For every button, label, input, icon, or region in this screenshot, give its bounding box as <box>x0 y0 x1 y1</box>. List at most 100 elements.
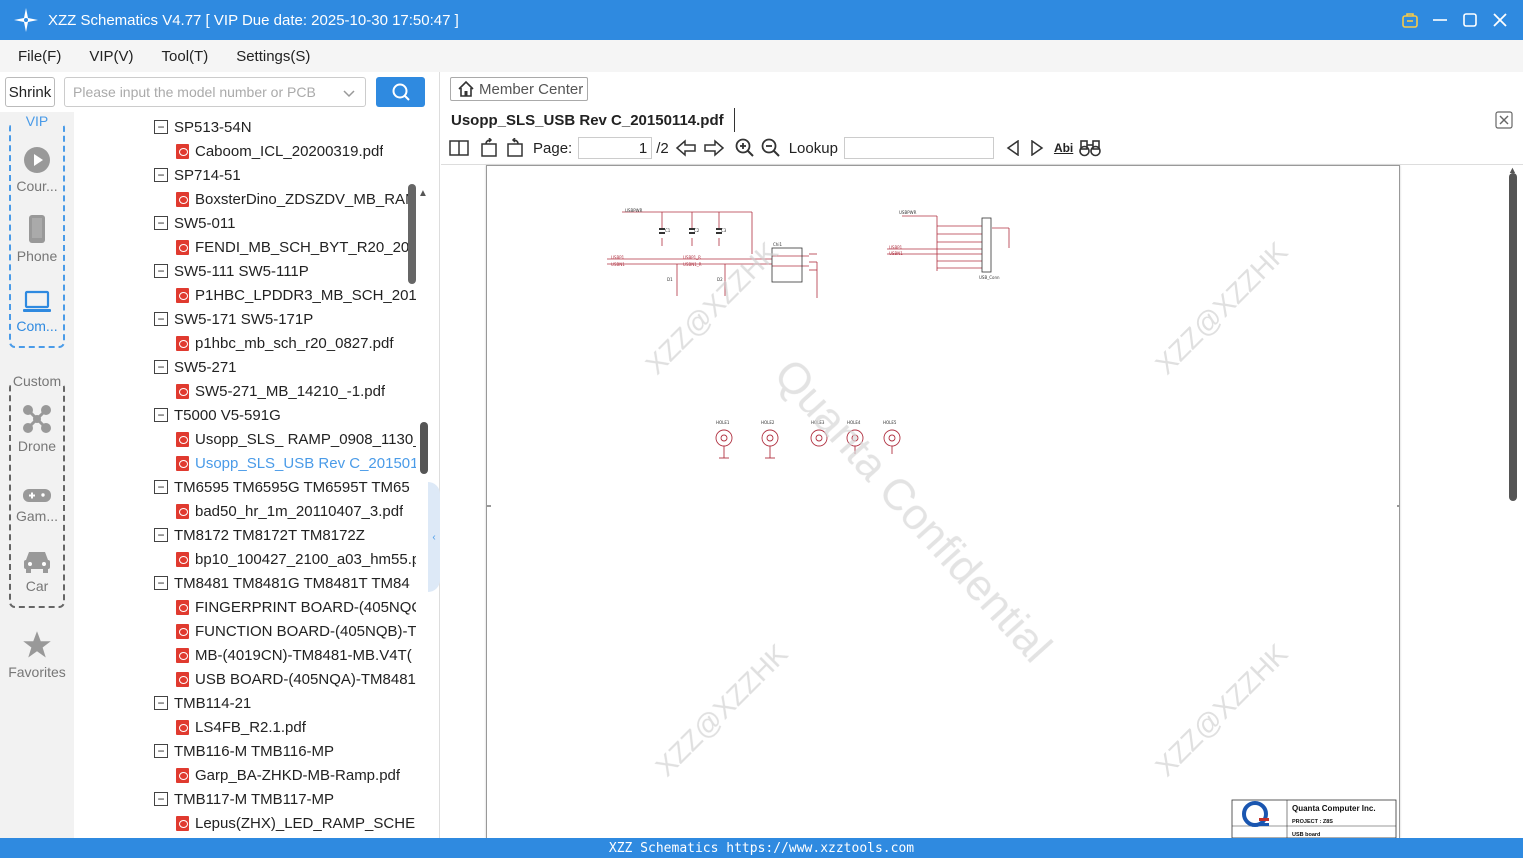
collapse-toggle-icon[interactable]: − <box>154 576 168 590</box>
tab-document[interactable]: Usopp_SLS_USB Rev C_20150114.pdf <box>451 108 735 132</box>
collapse-toggle-icon[interactable]: − <box>154 120 168 134</box>
collapse-toggle-icon[interactable]: − <box>154 696 168 710</box>
tree-item-label: FUNCTION BOARD-(405NQB)-T <box>195 622 416 640</box>
tree-file[interactable]: BoxsterDino_ZDSZDV_MB_RAM <box>176 187 416 211</box>
tree-file[interactable]: Caboom_ICL_20200319.pdf <box>176 139 383 163</box>
sidebar-item-phone[interactable]: Phone <box>0 214 74 264</box>
menu-tool[interactable]: Tool(T) <box>156 46 215 67</box>
tree-item-label: Usopp_SLS_ RAMP_0908_1130_E <box>195 430 416 448</box>
close-icon[interactable] <box>1491 11 1509 29</box>
menu-file[interactable]: File(F) <box>12 46 67 67</box>
collapse-toggle-icon[interactable]: − <box>154 312 168 326</box>
tree-folder[interactable]: − SW5-171 SW5-171P <box>154 307 313 331</box>
tree-folder[interactable]: − TMB117-M TMB117-MP <box>154 787 334 811</box>
tree-folder[interactable]: − SW5-271 <box>154 355 237 379</box>
tree-file[interactable]: FENDI_MB_SCH_BYT_R20_20140 <box>176 235 416 259</box>
sidebar-item-car[interactable]: Car <box>0 544 74 594</box>
tree-folder[interactable]: − TMB114-21 <box>154 691 251 715</box>
tree-file[interactable]: FUNCTION BOARD-(405NQB)-T <box>176 619 416 643</box>
tree-scrollbar[interactable] <box>408 184 416 284</box>
tree-folder[interactable]: − TM6595 TM6595G TM6595T TM65 <box>154 475 410 499</box>
pdf-file-icon <box>176 671 189 687</box>
tree-folder[interactable]: − SP714-51 <box>154 163 241 187</box>
chevron-down-icon[interactable] <box>343 86 355 102</box>
maximize-icon[interactable] <box>1461 11 1479 29</box>
collapse-toggle-icon[interactable]: − <box>154 408 168 422</box>
zoom-in-icon[interactable] <box>735 138 755 158</box>
tree-file[interactable]: bp10_100427_2100_a03_hm55.p <box>176 547 416 571</box>
tree-file[interactable]: Garp_BA-ZHKD-MB-Ramp.pdf <box>176 763 400 787</box>
tree-folder[interactable]: − SW5-011 <box>154 211 235 235</box>
tree-file[interactable]: p1hbc_mb_sch_r20_0827.pdf <box>176 331 394 355</box>
tree-file[interactable]: SW5-271_MB_14210_-1.pdf <box>176 379 385 403</box>
tree-file[interactable]: MB-(4019CN)-TM8481-MB.V4T( <box>176 643 412 667</box>
svg-text:USBN1: USBN1 <box>889 251 903 256</box>
member-center-button[interactable]: Member Center <box>450 77 588 101</box>
lookup-input[interactable] <box>843 137 994 159</box>
pdf-file-icon <box>176 503 189 519</box>
tree-file[interactable]: P1HBC_LPDDR3_MB_SCH_2014( <box>176 283 416 307</box>
match-case-button[interactable]: Abi <box>1054 141 1073 155</box>
sidebar-item-favorites[interactable]: Favorites <box>0 630 74 680</box>
sidebar-item-label: Drone <box>17 438 57 454</box>
sidebar-item-drone[interactable]: Drone <box>0 404 74 454</box>
page-number-input[interactable]: 1 <box>578 137 653 159</box>
tree-item-label: SP714-51 <box>174 166 241 184</box>
search-input[interactable]: Please input the model number or PCB <box>64 77 366 107</box>
model-tree: − SP513-54N Caboom_ICL_20200319.pdf − SP714-… <box>74 112 416 838</box>
tree-file[interactable]: Lepus(ZHX)_LED_RAMP_SCHEM <box>176 811 416 835</box>
zoom-out-icon[interactable] <box>761 138 781 158</box>
collapse-toggle-icon[interactable]: − <box>154 792 168 806</box>
close-document-icon[interactable] <box>1495 111 1513 129</box>
tree-folder[interactable]: − TM8481 TM8481G TM8481T TM84 <box>154 571 410 595</box>
previous-page-icon[interactable] <box>675 139 697 157</box>
titleblock-company: Quanta Computer Inc. <box>1292 804 1376 813</box>
title-bar: XZZ Schematics V4.77 [ VIP Due date: 202… <box>0 0 1523 40</box>
collapse-panel-button[interactable]: ‹ <box>428 482 440 592</box>
sidebar-item-computer[interactable]: Com... <box>0 284 74 334</box>
tree-file[interactable]: Usopp_SLS_USB Rev C_2015011( <box>176 451 416 475</box>
tree-file[interactable]: USB BOARD-(405NQA)-TM8481 <box>176 667 416 691</box>
menu-vip[interactable]: VIP(V) <box>83 46 139 67</box>
tree-file[interactable]: FINGERPRINT BOARD-(405NQC <box>176 595 416 619</box>
next-page-icon[interactable] <box>703 139 725 157</box>
find-previous-icon[interactable] <box>1006 140 1020 156</box>
tree-folder[interactable]: − T5000 V5-591G <box>154 403 281 427</box>
sidebar-item-courses[interactable]: Cour... <box>0 144 74 194</box>
svg-text:USBN1_R: USBN1_R <box>683 262 702 267</box>
sidebar-item-game[interactable]: Gam... <box>0 474 74 524</box>
rotate-right-icon[interactable] <box>505 138 525 158</box>
rotate-left-icon[interactable] <box>479 138 499 158</box>
tree-folder[interactable]: − SP513-54N <box>154 115 252 139</box>
tree-folder[interactable]: − SW5-111 SW5-111P <box>154 259 309 283</box>
collapse-toggle-icon[interactable]: − <box>154 528 168 542</box>
tree-item-label: MB-(4019CN)-TM8481-MB.V4T( <box>195 646 412 664</box>
collapse-toggle-icon[interactable]: − <box>154 264 168 278</box>
sidebar-toggle-icon[interactable] <box>449 139 469 157</box>
tree-item-label: TM8172 TM8172T TM8172Z <box>174 526 365 544</box>
vip-bag-icon[interactable] <box>1401 11 1419 29</box>
schematic-drawing: USBPWR Chi1 C1 C2 C3 D1 D2 USBP1USBN1 USBP1… <box>487 208 1399 838</box>
collapse-toggle-icon[interactable]: − <box>154 744 168 758</box>
tree-folder[interactable]: − TM8172 TM8172T TM8172Z <box>154 523 365 547</box>
menu-settings[interactable]: Settings(S) <box>230 46 316 67</box>
collapse-toggle-icon[interactable]: − <box>154 360 168 374</box>
collapse-toggle-icon[interactable]: − <box>154 168 168 182</box>
search-button[interactable] <box>376 77 425 107</box>
collapse-toggle-icon[interactable]: − <box>154 216 168 230</box>
scroll-up-icon[interactable]: ▲ <box>418 188 428 199</box>
tree-file[interactable]: Usopp_SLS_ RAMP_0908_1130_E <box>176 427 416 451</box>
binoculars-icon[interactable] <box>1079 139 1102 157</box>
collapse-toggle-icon[interactable]: − <box>154 480 168 494</box>
tree-file[interactable]: LS4FB_R2.1.pdf <box>176 715 306 739</box>
watermark-text: XZZ@XZZHK <box>639 236 784 381</box>
shrink-button[interactable]: Shrink <box>5 77 55 107</box>
viewer-scrollbar[interactable] <box>1509 173 1517 501</box>
pdf-viewer[interactable]: USBPWR Chi1 C1 C2 C3 D1 D2 USBP1 USBN1 USBP1… <box>441 164 1523 839</box>
panel-scrollbar[interactable] <box>420 422 428 474</box>
tree-item-label: Usopp_SLS_USB Rev C_2015011( <box>195 454 416 472</box>
tree-folder[interactable]: − TMB116-M TMB116-MP <box>154 739 334 763</box>
minimize-icon[interactable] <box>1431 11 1449 29</box>
tree-file[interactable]: bad50_hr_1m_20110407_3.pdf <box>176 499 403 523</box>
find-next-icon[interactable] <box>1030 140 1044 156</box>
